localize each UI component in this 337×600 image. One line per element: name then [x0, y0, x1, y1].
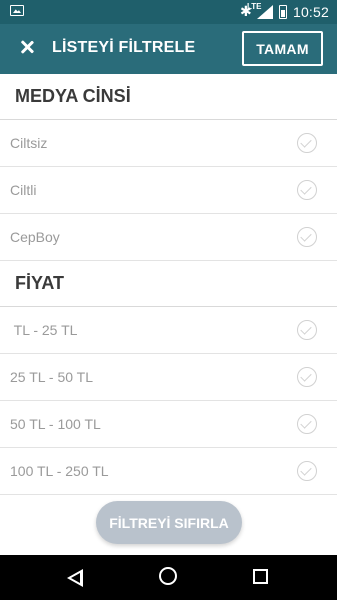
image-notification-icon — [10, 5, 24, 16]
filter-option-price-0-25[interactable]: TL - 25 TL — [0, 307, 337, 354]
network-type: LTE — [247, 2, 262, 11]
check-circle-icon[interactable] — [297, 133, 317, 153]
battery-icon — [279, 5, 287, 19]
check-circle-icon[interactable] — [297, 180, 317, 200]
filter-option-cepboy[interactable]: CepBoy — [0, 214, 337, 261]
ok-button[interactable]: TAMAM — [242, 31, 323, 66]
section-title-media-type: MEDYA CİNSİ — [0, 74, 337, 120]
signal-icon: LTE — [247, 2, 273, 19]
filter-option-price-50-100[interactable]: 50 TL - 100 TL — [0, 401, 337, 448]
page-title: LİSTEYİ FİLTRELE — [52, 39, 196, 56]
nav-home-icon[interactable] — [159, 567, 177, 585]
filter-option-label: 100 TL - 250 TL — [10, 463, 109, 479]
status-bar: LTE 10:52 — [0, 0, 337, 24]
system-navigation-bar — [0, 555, 337, 600]
nav-recent-icon[interactable] — [253, 569, 268, 584]
filter-option-label: CepBoy — [10, 229, 60, 245]
check-circle-icon[interactable] — [297, 227, 317, 247]
check-circle-icon[interactable] — [297, 461, 317, 481]
filter-option-label: Ciltli — [10, 182, 37, 198]
section-title-price: FİYAT — [0, 261, 337, 307]
filter-option-price-25-50[interactable]: 25 TL - 50 TL — [0, 354, 337, 401]
filter-option-label: Ciltsiz — [10, 135, 48, 151]
reset-filter-button[interactable]: FİLTREYİ SIFIRLA — [96, 501, 242, 544]
status-icons: LTE — [240, 2, 287, 20]
filter-option-ciltli[interactable]: Ciltli — [0, 167, 337, 214]
check-circle-icon[interactable] — [297, 367, 317, 387]
close-icon[interactable] — [16, 36, 38, 58]
filter-option-ciltsiz[interactable]: Ciltsiz — [0, 120, 337, 167]
check-circle-icon[interactable] — [297, 414, 317, 434]
app-bar: LİSTEYİ FİLTRELE TAMAM — [0, 24, 337, 74]
filter-option-label: 25 TL - 50 TL — [10, 369, 94, 385]
filter-option-label: TL - 25 TL — [10, 322, 78, 338]
status-time: 10:52 — [292, 4, 329, 20]
check-circle-icon[interactable] — [297, 320, 317, 340]
filter-option-label: 50 TL - 100 TL — [10, 416, 101, 432]
filter-list[interactable]: MEDYA CİNSİ Ciltsiz Ciltli CepBoy FİYAT … — [0, 74, 337, 555]
nav-back-icon[interactable] — [67, 569, 83, 587]
filter-option-price-100-250[interactable]: 100 TL - 250 TL — [0, 448, 337, 495]
